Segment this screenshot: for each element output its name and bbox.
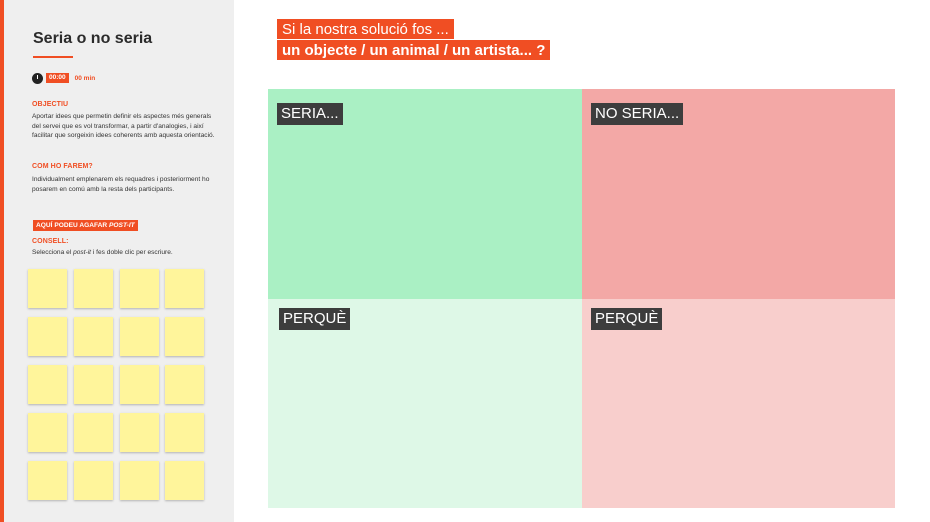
perque-right-label: PERQUÈ bbox=[591, 308, 663, 330]
post-it-note[interactable] bbox=[120, 365, 159, 404]
postit-tag-prefix: AQUÍ PODEU AGAFAR bbox=[36, 222, 110, 229]
post-it-note[interactable] bbox=[165, 365, 204, 404]
method-heading: COM HO FAREM? bbox=[32, 163, 93, 170]
canvas: Seria o no seria 00:00 00 min OBJECTIU A… bbox=[0, 0, 930, 522]
sidebar-title: Seria o no seria bbox=[33, 30, 153, 47]
tip-emphasis: post-it bbox=[73, 249, 92, 256]
post-it-note[interactable] bbox=[74, 365, 113, 404]
post-it-note[interactable] bbox=[165, 317, 204, 356]
postit-tag: AQUÍ PODEU AGAFAR POST-IT bbox=[33, 220, 138, 231]
objective-text: Aportar idees que permetin definir els a… bbox=[32, 113, 215, 140]
method-text: Individualment emplenarem els requadres … bbox=[32, 176, 210, 193]
stopwatch-icon bbox=[32, 72, 43, 84]
post-it-note[interactable] bbox=[120, 317, 159, 356]
timer-display[interactable]: 00:00 bbox=[46, 73, 69, 83]
perque-left-quadrant[interactable]: PERQUÈ bbox=[268, 299, 582, 508]
no-seria-label: NO SERIA... bbox=[591, 103, 684, 125]
seria-quadrant[interactable]: SERIA... bbox=[268, 89, 582, 299]
timer: 00:00 00 min bbox=[32, 72, 95, 84]
perque-right-quadrant[interactable]: PERQUÈ bbox=[582, 299, 895, 508]
sidebar: Seria o no seria 00:00 00 min OBJECTIU A… bbox=[4, 0, 234, 522]
seria-label: SERIA... bbox=[277, 103, 343, 125]
tip-suffix: i fes doble clic per escriure. bbox=[91, 249, 173, 256]
post-it-note[interactable] bbox=[74, 461, 113, 500]
post-it-note[interactable] bbox=[28, 317, 67, 356]
post-it-note[interactable] bbox=[120, 461, 159, 500]
post-it-note[interactable] bbox=[28, 269, 67, 308]
post-it-note[interactable] bbox=[120, 413, 159, 452]
post-it-note[interactable] bbox=[74, 413, 113, 452]
postit-tag-emphasis: POST-IT bbox=[109, 222, 135, 229]
title-underline bbox=[33, 56, 73, 58]
prompt-line-1: Si la nostra solució fos ... bbox=[277, 19, 454, 39]
tip-text: Selecciona el post-it i fes doble clic p… bbox=[32, 248, 217, 258]
post-it-note[interactable] bbox=[74, 269, 113, 308]
tip-heading: CONSELL: bbox=[32, 238, 69, 245]
post-it-note[interactable] bbox=[28, 461, 67, 500]
objective-heading: OBJECTIU bbox=[32, 101, 69, 108]
tip-prefix: Selecciona el bbox=[32, 249, 74, 256]
post-it-note[interactable] bbox=[165, 461, 204, 500]
prompt-line-2: un objecte / un animal / un artista... ? bbox=[277, 40, 551, 60]
no-seria-quadrant[interactable]: NO SERIA... bbox=[582, 89, 895, 299]
post-it-note[interactable] bbox=[74, 317, 113, 356]
post-it-note[interactable] bbox=[120, 269, 159, 308]
perque-left-label: PERQUÈ bbox=[279, 308, 351, 330]
post-it-note[interactable] bbox=[165, 269, 204, 308]
timer-minutes: 00 min bbox=[74, 74, 96, 82]
post-it-note[interactable] bbox=[28, 413, 67, 452]
post-it-note[interactable] bbox=[165, 413, 204, 452]
post-it-note[interactable] bbox=[28, 365, 67, 404]
